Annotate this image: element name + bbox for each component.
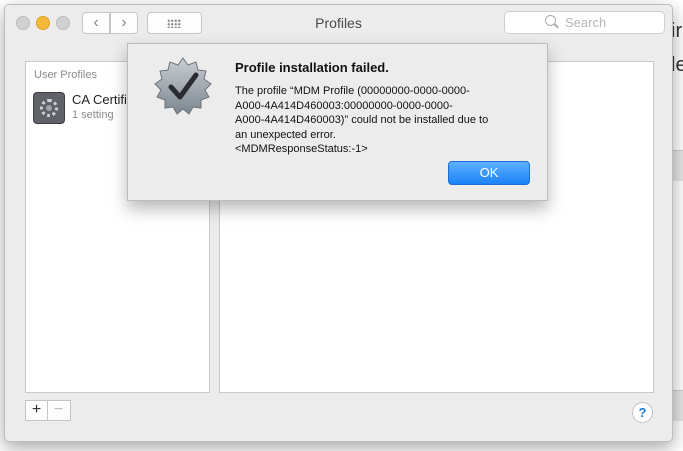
alert-sheet: Profile installation failed. The profile… bbox=[127, 43, 548, 201]
search-field[interactable]: Search bbox=[504, 11, 665, 34]
section-label: User Profiles bbox=[34, 69, 97, 81]
alert-message-line: A000-4A414D460003)” could not be install… bbox=[235, 114, 489, 126]
help-button[interactable]: ? bbox=[632, 402, 653, 423]
alert-message-line: <MDMResponseStatus:-1> bbox=[235, 143, 368, 155]
alert-message-line: A000-4A414D460003:00000000-0000-0000- bbox=[235, 99, 453, 112]
alert-message-line: an unexpected error. bbox=[235, 128, 336, 141]
ok-button[interactable]: OK bbox=[448, 161, 530, 185]
alert-title: Profile installation failed. bbox=[235, 60, 389, 75]
remove-profile-button[interactable]: − bbox=[48, 401, 69, 420]
search-placeholder: Search bbox=[565, 15, 607, 30]
alert-message-line: The profile “MDM Profile (00000000-0000-… bbox=[235, 85, 470, 97]
add-remove-control: + − bbox=[25, 400, 71, 421]
search-icon bbox=[545, 15, 556, 26]
title-bar[interactable]: ‹ › Profiles Search bbox=[5, 5, 672, 41]
alert-message: The profile “MDM Profile (00000000-0000-… bbox=[235, 84, 525, 157]
add-profile-button[interactable]: + bbox=[26, 401, 48, 420]
profile-gear-icon bbox=[33, 92, 65, 124]
checkmark-badge-icon bbox=[154, 57, 212, 115]
profile-name: CA Certific bbox=[72, 92, 134, 107]
profile-subtitle: 1 setting bbox=[72, 109, 114, 121]
